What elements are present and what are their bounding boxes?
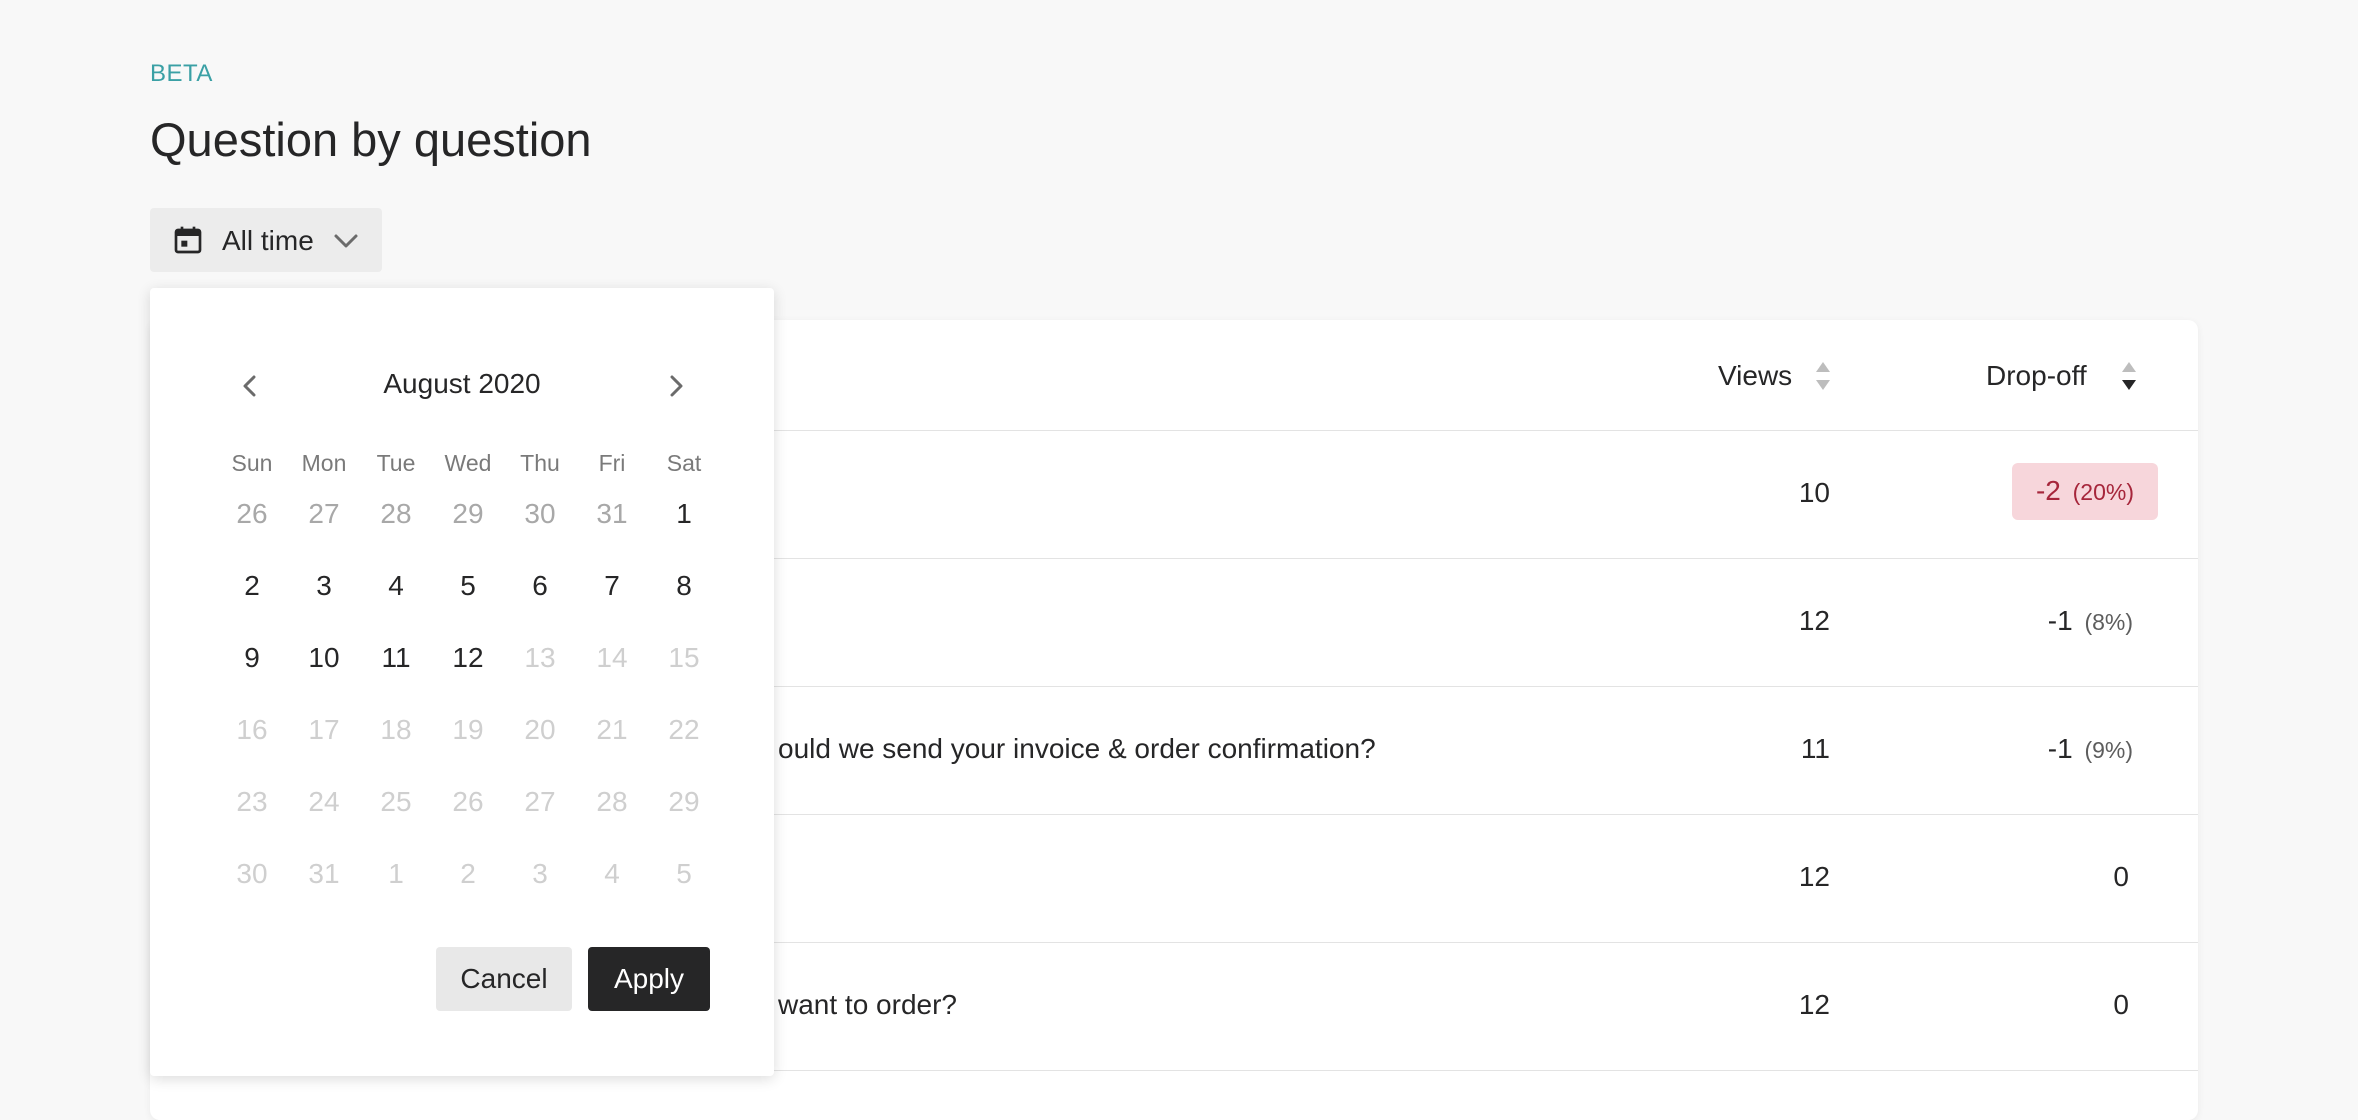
dropoff-cell: -1 (9%) bbox=[2048, 733, 2133, 765]
views-column-header[interactable]: Views bbox=[1718, 360, 1792, 392]
dropoff-cell: 0 bbox=[2113, 989, 2133, 1021]
weekday-label: Sat bbox=[666, 450, 702, 476]
calendar-day: 15 bbox=[668, 642, 700, 673]
question-text: ould we send your invoice & order confir… bbox=[778, 733, 1376, 764]
calendar-day: 29 bbox=[668, 786, 700, 817]
calendar-day: 16 bbox=[236, 714, 268, 745]
chevron-down-icon bbox=[334, 234, 358, 248]
calendar-day[interactable]: 31 bbox=[576, 490, 648, 562]
calendar-day[interactable]: 9 bbox=[216, 634, 288, 706]
calendar-day: 26 bbox=[452, 786, 484, 817]
calendar-day[interactable]: 28 bbox=[360, 490, 432, 562]
calendar-day[interactable]: 12 bbox=[432, 634, 504, 706]
weekday-label: Mon bbox=[301, 450, 347, 476]
page-title: Question by question bbox=[150, 113, 592, 166]
weekday-label: Wed bbox=[444, 450, 492, 476]
dropoff-value: 0 bbox=[2113, 989, 2129, 1020]
dropoff-badge: -2 (20%) bbox=[2011, 463, 2158, 520]
calendar-day[interactable]: 1 bbox=[648, 490, 720, 562]
dropoff-value: -1 bbox=[2047, 605, 2073, 636]
views-value: 12 bbox=[1798, 861, 1830, 892]
calendar-day: 24 bbox=[308, 786, 340, 817]
views-value: 10 bbox=[1798, 477, 1830, 508]
calendar-day[interactable]: 29 bbox=[432, 490, 504, 562]
calendar-day: 27 bbox=[524, 786, 556, 817]
dropoff-percent: (20%) bbox=[2072, 479, 2134, 505]
calendar-day: 22 bbox=[668, 714, 700, 745]
calendar-day: 30 bbox=[236, 858, 268, 889]
weekday-label: Thu bbox=[520, 450, 560, 476]
calendar-day: 13 bbox=[524, 642, 556, 673]
date-picker-popover: August 2020 Sun Mon Tue Wed Thu Fri Sat 26 27 28… bbox=[150, 288, 774, 1076]
calendar-day[interactable]: 7 bbox=[576, 562, 648, 634]
calendar-day: 28 bbox=[596, 786, 628, 817]
dropoff-value: -2 bbox=[2035, 475, 2061, 506]
weekday-label: Sun bbox=[231, 450, 273, 476]
calendar-day[interactable]: 2 bbox=[216, 562, 288, 634]
calendar-day: 21 bbox=[596, 714, 628, 745]
sort-icon[interactable] bbox=[2120, 358, 2138, 394]
calendar-icon bbox=[174, 226, 202, 254]
calendar-day: 18 bbox=[380, 714, 412, 745]
views-value: 12 bbox=[1798, 989, 1830, 1020]
dropoff-cell: 0 bbox=[2113, 861, 2133, 893]
calendar-day[interactable]: 30 bbox=[504, 490, 576, 562]
weekday-header: Sun Mon Tue Wed Thu Fri Sat bbox=[216, 450, 702, 490]
calendar-day[interactable]: 27 bbox=[288, 490, 360, 562]
calendar-day[interactable]: 5 bbox=[432, 562, 504, 634]
weekday-label: Tue bbox=[376, 450, 416, 476]
beta-label: BETA bbox=[150, 60, 213, 87]
views-value: 11 bbox=[1800, 733, 1830, 764]
calendar-day[interactable]: 11 bbox=[360, 634, 432, 706]
calendar-day: 23 bbox=[236, 786, 268, 817]
calendar-day: 20 bbox=[524, 714, 556, 745]
calendar-day[interactable]: 6 bbox=[504, 562, 576, 634]
calendar-day[interactable]: 4 bbox=[360, 562, 432, 634]
day-grid: 26 27 28 29 30 31 1 2 3 4 5 6 7 8 9 10 11 12 13 14 15 16 17 18 1… bbox=[216, 490, 699, 922]
weekday-label: Fri bbox=[598, 450, 626, 476]
calendar-day: 17 bbox=[308, 714, 340, 745]
calendar-day: 3 bbox=[532, 858, 548, 889]
dropoff-percent: (8%) bbox=[2084, 609, 2133, 635]
cancel-button[interactable]: Cancel bbox=[436, 947, 572, 1011]
dropoff-column-header[interactable]: Drop-off bbox=[1986, 360, 2087, 392]
calendar-day: 4 bbox=[604, 858, 620, 889]
calendar-day: 14 bbox=[596, 642, 628, 673]
calendar-day[interactable]: 3 bbox=[288, 562, 360, 634]
views-value: 12 bbox=[1798, 605, 1830, 636]
calendar-day: 1 bbox=[388, 858, 404, 889]
chevron-right-icon[interactable] bbox=[662, 372, 690, 400]
calendar-day: 31 bbox=[308, 858, 340, 889]
calendar-day: 19 bbox=[452, 714, 484, 745]
dropoff-percent: (9%) bbox=[2084, 737, 2133, 763]
date-range-label: All time bbox=[222, 225, 314, 256]
calendar-day: 5 bbox=[676, 858, 692, 889]
dropoff-value: 0 bbox=[2113, 861, 2129, 892]
calendar-day[interactable]: 10 bbox=[288, 634, 360, 706]
dropoff-cell: -1 (8%) bbox=[2048, 605, 2133, 637]
calendar-day: 2 bbox=[460, 858, 476, 889]
date-range-button[interactable]: All time bbox=[150, 208, 382, 272]
question-text: want to order? bbox=[778, 989, 957, 1020]
sort-icon[interactable] bbox=[1814, 358, 1832, 394]
calendar-day[interactable]: 8 bbox=[648, 562, 720, 634]
calendar-day: 25 bbox=[380, 786, 412, 817]
apply-button[interactable]: Apply bbox=[588, 947, 710, 1011]
calendar-grid: Sun Mon Tue Wed Thu Fri Sat 26 27 28 29 30 31 1 2 3 4 5 6… bbox=[216, 450, 702, 922]
dropoff-value: -1 bbox=[2047, 733, 2073, 764]
calendar-day[interactable]: 26 bbox=[216, 490, 288, 562]
